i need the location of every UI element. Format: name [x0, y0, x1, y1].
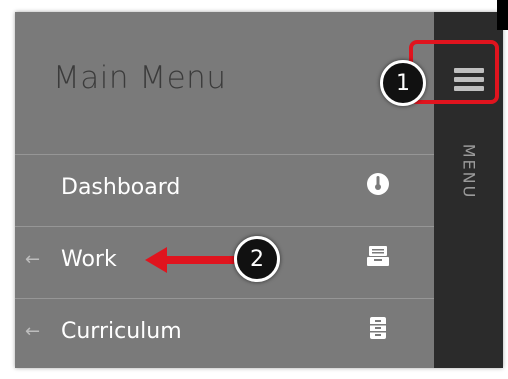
back-arrow-icon: ←: [25, 249, 41, 270]
menu-item-dashboard[interactable]: Dashboard: [15, 155, 434, 227]
inbox-tray-icon: [367, 246, 389, 266]
back-arrow-icon: ←: [25, 321, 41, 342]
menu-item-label: Curriculum: [61, 319, 182, 344]
file-cabinet-icon: [370, 317, 386, 339]
menu-label-text: MENU: [459, 143, 479, 200]
menu-item-label: Dashboard: [61, 175, 181, 200]
menu-title: Main Menu: [53, 60, 227, 96]
dashboard-gauge-icon: [367, 173, 389, 195]
menu-vertical-label[interactable]: MENU: [454, 132, 484, 222]
window-edge: [497, 0, 508, 30]
menu-item-label: Work: [61, 247, 117, 272]
main-menu-panel: Main Menu Dashboard ← Work ← Curriculum: [15, 12, 434, 368]
step-badge-1: 1: [380, 60, 426, 106]
step-badge-2: 2: [234, 236, 280, 282]
callout-arrow: [145, 247, 243, 273]
menu-item-curriculum[interactable]: ← Curriculum: [15, 299, 434, 368]
